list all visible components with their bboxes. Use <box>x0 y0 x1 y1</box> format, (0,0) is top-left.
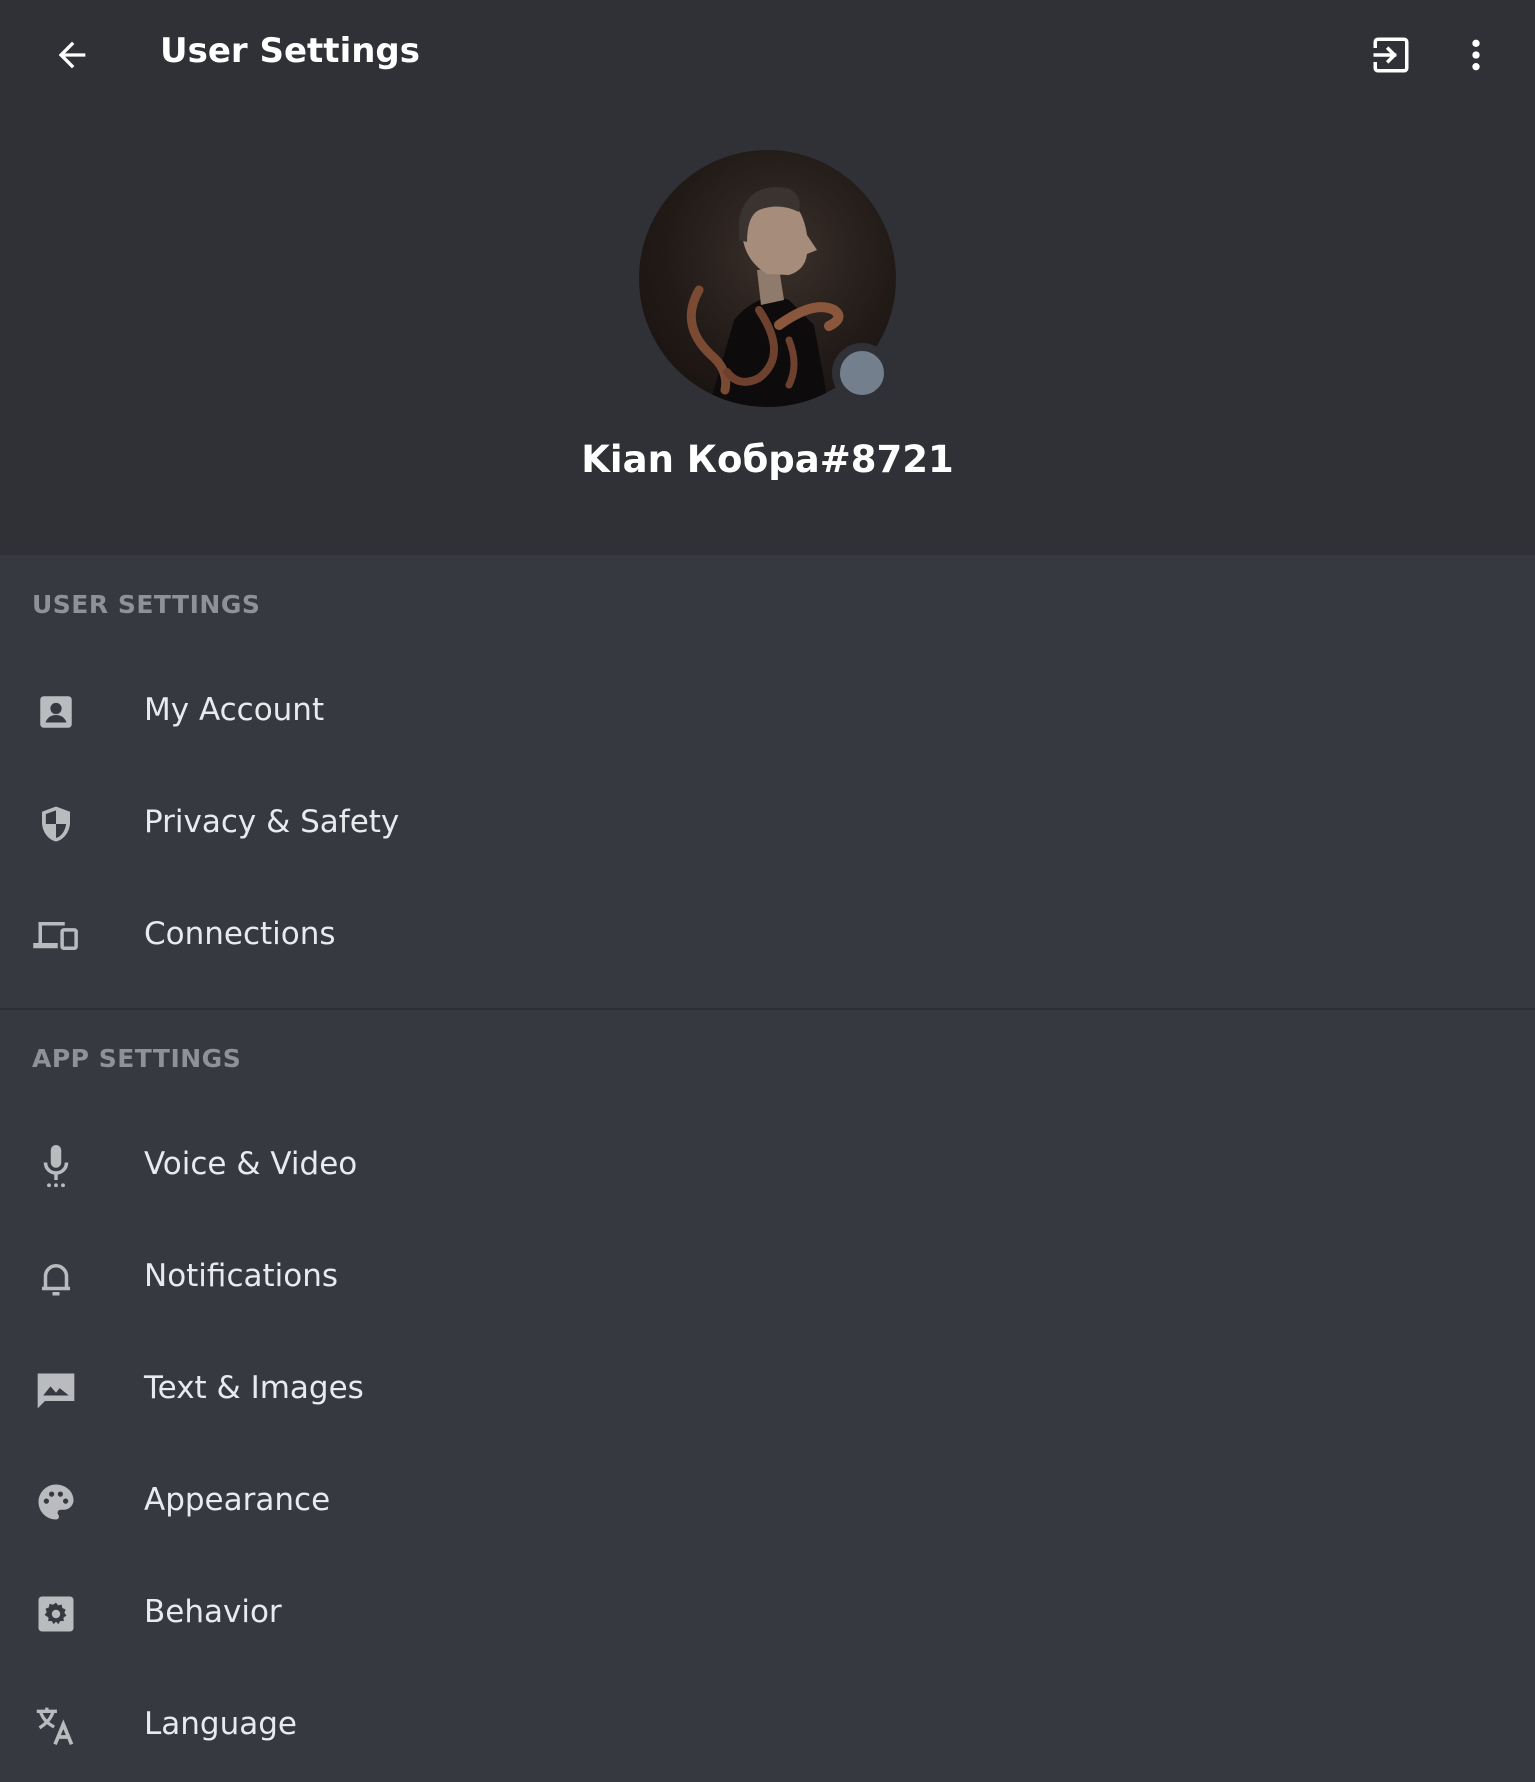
settings-item-my-account[interactable]: My Account <box>0 656 1535 768</box>
settings-item-label: Language <box>144 1706 297 1742</box>
more-options-button[interactable] <box>1440 19 1512 91</box>
page-title: User Settings <box>160 31 420 71</box>
status-indicator <box>832 343 892 403</box>
settings-item-label: Privacy & Safety <box>144 804 400 840</box>
settings-item-label: Voice & Video <box>144 1146 358 1182</box>
bell-icon <box>30 1256 82 1300</box>
settings-item-label: Appearance <box>144 1482 331 1518</box>
settings-item-voice-video[interactable]: Voice & Video <box>0 1110 1535 1222</box>
settings-item-label: Behavior <box>144 1594 282 1630</box>
devices-icon <box>30 914 82 958</box>
account-icon <box>30 690 82 734</box>
settings-item-connections[interactable]: Connections <box>0 880 1535 992</box>
settings-item-notifications[interactable]: Notifications <box>0 1222 1535 1334</box>
settings-item-label: Connections <box>144 916 336 952</box>
section-label-user-settings: USER SETTINGS <box>32 590 261 619</box>
translate-icon <box>30 1704 82 1748</box>
profile-header: User Settings Kian Кобра#8721 <box>0 0 1535 555</box>
settings-item-behavior[interactable]: Behavior <box>0 1558 1535 1670</box>
logout-button[interactable] <box>1355 19 1427 91</box>
section-divider <box>0 1008 1535 1010</box>
gear-icon <box>30 1592 82 1636</box>
top-bar: User Settings <box>0 0 1535 110</box>
username: Kian Кобра#8721 <box>581 438 954 481</box>
back-button[interactable] <box>36 19 108 91</box>
settings-item-appearance[interactable]: Appearance <box>0 1446 1535 1558</box>
settings-item-label: Text & Images <box>144 1370 364 1406</box>
shield-icon <box>30 802 82 846</box>
palette-icon <box>30 1480 82 1524</box>
settings-item-language[interactable]: Language <box>0 1670 1535 1782</box>
settings-item-text-images[interactable]: Text & Images <box>0 1334 1535 1446</box>
arrow-left-icon <box>58 41 86 69</box>
settings-item-privacy-safety[interactable]: Privacy & Safety <box>0 768 1535 880</box>
avatar-container[interactable] <box>639 150 896 407</box>
settings-item-label: Notifications <box>144 1258 339 1294</box>
more-vertical-icon <box>1472 39 1480 71</box>
logout-icon <box>1373 37 1409 73</box>
settings-item-label: My Account <box>144 692 325 728</box>
image-icon <box>30 1368 82 1412</box>
microphone-icon <box>30 1144 82 1188</box>
section-label-app-settings: APP SETTINGS <box>32 1044 242 1073</box>
